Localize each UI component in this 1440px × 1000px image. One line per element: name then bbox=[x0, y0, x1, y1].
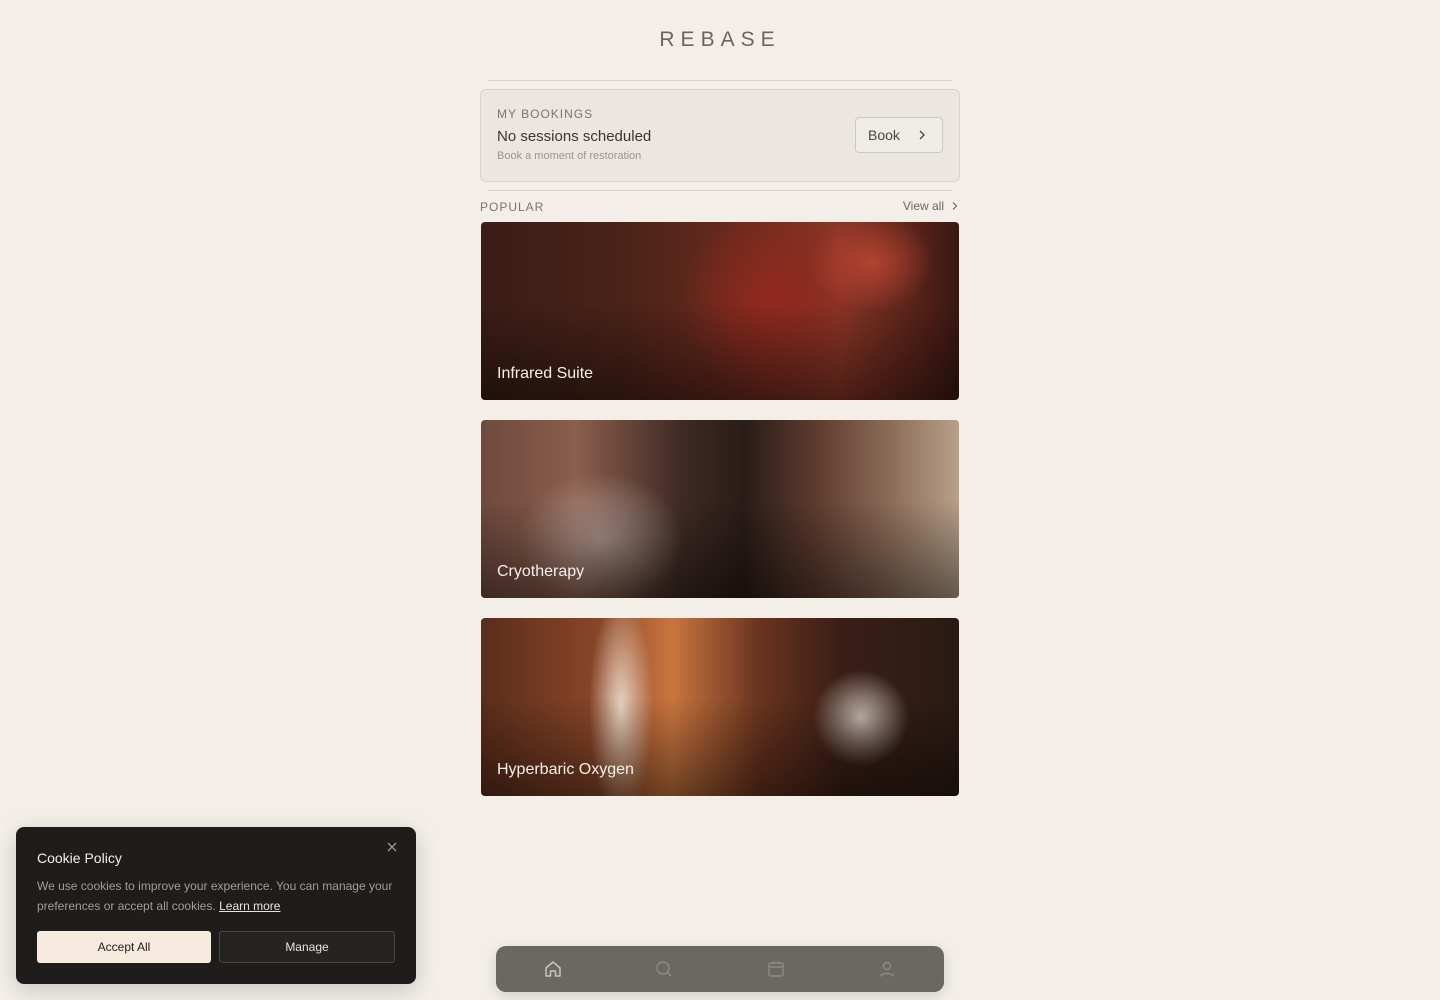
tab-calendar[interactable] bbox=[766, 959, 786, 979]
tab-home[interactable] bbox=[543, 959, 563, 979]
cookie-banner: Cookie Policy We use cookies to improve … bbox=[16, 827, 416, 984]
search-icon bbox=[656, 961, 672, 977]
view-all-label: View all bbox=[902, 199, 944, 213]
section-title: POPULAR bbox=[480, 200, 545, 214]
divider bbox=[488, 80, 952, 81]
view-all-link[interactable]: View all bbox=[903, 199, 960, 213]
cookie-message: We use cookies to improve your experienc… bbox=[37, 879, 393, 913]
brand-logo[interactable]: REBASE bbox=[0, 28, 1440, 52]
service-card-hyperbaric-oxygen[interactable]: Hyperbaric Oxygen bbox=[481, 618, 959, 796]
bookings-subtitle: Book a moment of restoration bbox=[497, 150, 642, 162]
cookie-text: We use cookies to improve your experienc… bbox=[37, 876, 397, 916]
service-card-title: Cryotherapy bbox=[497, 563, 585, 580]
home-icon bbox=[545, 961, 561, 977]
tab-search[interactable] bbox=[654, 959, 674, 979]
bottom-tab-bar bbox=[496, 946, 944, 992]
close-icon[interactable] bbox=[386, 841, 400, 855]
tab-profile[interactable] bbox=[877, 959, 897, 979]
book-button[interactable]: Book bbox=[855, 117, 943, 153]
service-card-cryotherapy[interactable]: Cryotherapy bbox=[481, 420, 959, 598]
cookie-title: Cookie Policy bbox=[37, 850, 122, 866]
service-card-title: Hyperbaric Oxygen bbox=[497, 761, 634, 778]
user-icon bbox=[879, 961, 895, 977]
bookings-title: No sessions scheduled bbox=[497, 128, 652, 145]
service-card-title: Infrared Suite bbox=[497, 365, 594, 382]
service-card-infrared-suite[interactable]: Infrared Suite bbox=[481, 222, 959, 400]
manage-cookies-button[interactable]: Manage bbox=[219, 931, 395, 963]
bookings-kicker: MY BOOKINGS bbox=[497, 107, 594, 121]
calendar-icon bbox=[768, 961, 784, 977]
learn-more-link[interactable]: Learn more bbox=[219, 899, 280, 913]
divider bbox=[488, 190, 952, 191]
book-button-label: Book bbox=[868, 127, 900, 143]
chevron-right-icon bbox=[952, 202, 958, 210]
chevron-right-icon bbox=[919, 130, 925, 140]
accept-all-button[interactable]: Accept All bbox=[37, 931, 211, 963]
popular-section-header: POPULAR View all bbox=[480, 199, 960, 215]
my-bookings-card: MY BOOKINGS No sessions scheduled Book a… bbox=[480, 89, 960, 182]
